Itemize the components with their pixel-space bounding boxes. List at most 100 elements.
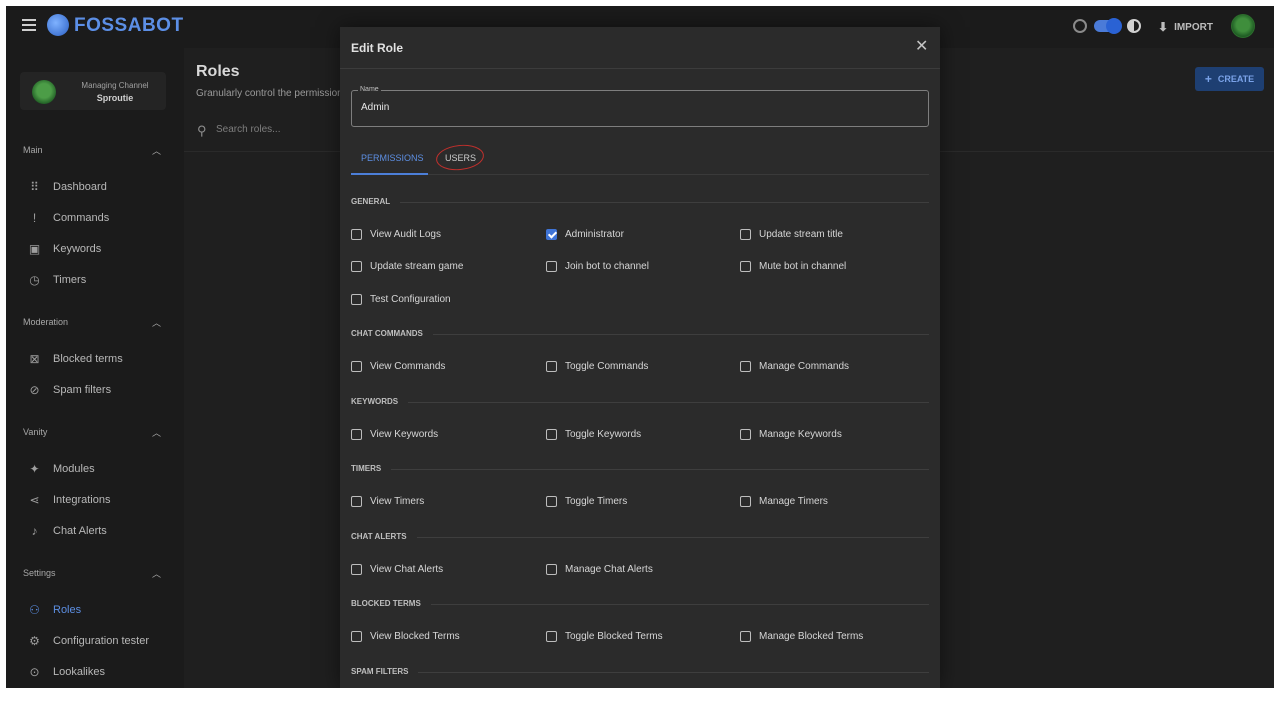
perm-label: View Audit Logs (370, 228, 441, 240)
close-icon[interactable]: ✕ (915, 36, 928, 56)
sidebar-item-commands[interactable]: ! Commands (28, 209, 109, 227)
perm-view-timers[interactable]: View Timers (351, 494, 424, 508)
checkbox[interactable] (740, 495, 751, 507)
name-input[interactable] (361, 102, 921, 113)
perm-label: View Blocked Terms (370, 630, 460, 642)
keyword-search-icon: ▣ (28, 242, 41, 256)
tab-permissions[interactable]: PERMISSIONS (361, 153, 424, 163)
perm-manage-keywords[interactable]: Manage Keywords (740, 427, 842, 441)
perm-test-configuration[interactable]: Test Configuration (351, 292, 451, 306)
chevron-up-icon[interactable]: ︿ (152, 426, 161, 439)
name-field[interactable]: Name (351, 86, 929, 127)
checkbox[interactable] (740, 428, 751, 440)
gear-icon: ⚙ (29, 634, 40, 648)
checkbox[interactable] (351, 563, 362, 575)
chevron-up-icon[interactable]: ︿ (152, 144, 161, 157)
perm-label: Update stream title (759, 228, 843, 240)
chevron-up-icon[interactable]: ︿ (152, 567, 161, 580)
perm-mute-bot[interactable]: Mute bot in channel (740, 259, 846, 273)
section-title: GENERAL (351, 197, 401, 206)
section-timers: TIMERS (351, 464, 929, 476)
chevron-up-icon[interactable]: ︿ (152, 316, 161, 329)
section-title: SPAM FILTERS (351, 667, 419, 676)
perm-update-stream-title[interactable]: Update stream title (740, 227, 843, 241)
section-title: TIMERS (351, 464, 392, 473)
checkbox[interactable] (351, 260, 362, 272)
checkbox[interactable] (740, 228, 751, 240)
checkbox[interactable] (546, 228, 557, 240)
perm-label: Manage Chat Alerts (565, 563, 653, 575)
perm-manage-chat-alerts[interactable]: Manage Chat Alerts (546, 562, 653, 576)
section-chat-alerts: CHAT ALERTS (351, 532, 929, 544)
checkbox[interactable] (546, 563, 557, 575)
sidebar-item-integrations[interactable]: ⋖ Integrations (28, 491, 110, 509)
checkbox[interactable] (351, 360, 362, 372)
checkbox[interactable] (740, 260, 751, 272)
sidebar-item-roles[interactable]: ⚇ Roles (28, 601, 81, 619)
sidebar-item-keywords[interactable]: ▣ Keywords (28, 240, 101, 258)
sidebar-item-timers[interactable]: ◷ Timers (28, 271, 86, 289)
section-moderation[interactable]: Moderation (23, 317, 68, 327)
sparkle-icon: ✦ (29, 462, 40, 476)
checkbox[interactable] (546, 260, 557, 272)
perm-view-keywords[interactable]: View Keywords (351, 427, 438, 441)
user-avatar[interactable] (1231, 14, 1255, 38)
checkbox[interactable] (546, 630, 557, 642)
sidebar-item-label: Lookalikes (53, 666, 105, 678)
section-spam-filters: SPAM FILTERS (351, 667, 929, 679)
perm-label: Toggle Keywords (565, 428, 642, 440)
channel-card[interactable]: Managing Channel Sproutie (20, 72, 166, 110)
perm-administrator[interactable]: Administrator (546, 227, 624, 241)
create-role-button[interactable]: + CREATE (1195, 67, 1264, 91)
grid-icon: ⠿ (30, 180, 39, 194)
section-general: GENERAL (351, 197, 929, 209)
checkbox[interactable] (351, 495, 362, 507)
perm-toggle-timers[interactable]: Toggle Timers (546, 494, 627, 508)
section-settings[interactable]: Settings (23, 568, 56, 578)
sidebar-item-dashboard[interactable]: ⠿ Dashboard (28, 178, 107, 196)
checkbox[interactable] (351, 630, 362, 642)
perm-update-stream-game[interactable]: Update stream game (351, 259, 463, 273)
perm-toggle-commands[interactable]: Toggle Commands (546, 359, 648, 373)
sidebar-item-spam-filters[interactable]: ⊘ Spam filters (28, 381, 111, 399)
clock-icon: ◷ (29, 273, 40, 287)
channel-avatar (32, 80, 56, 104)
perm-manage-commands[interactable]: Manage Commands (740, 359, 849, 373)
sidebar-item-lookalikes[interactable]: ⊙ Lookalikes (28, 663, 105, 681)
perm-view-audit-logs[interactable]: View Audit Logs (351, 227, 441, 241)
checkbox[interactable] (351, 293, 362, 305)
sidebar-item-chat-alerts[interactable]: ♪ Chat Alerts (28, 522, 107, 540)
perm-join-bot[interactable]: Join bot to channel (546, 259, 649, 273)
checkbox[interactable] (351, 228, 362, 240)
perm-view-blocked-terms[interactable]: View Blocked Terms (351, 629, 460, 643)
perm-label: View Chat Alerts (370, 563, 444, 575)
section-main[interactable]: Main (23, 145, 43, 155)
checkbox[interactable] (351, 428, 362, 440)
checkbox[interactable] (740, 360, 751, 372)
hamburger-menu-icon[interactable] (22, 19, 36, 31)
theme-toggle[interactable] (1094, 18, 1122, 34)
section-vanity[interactable]: Vanity (23, 427, 47, 437)
perm-toggle-blocked-terms[interactable]: Toggle Blocked Terms (546, 629, 663, 643)
sidebar-item-blocked-terms[interactable]: ⊠ Blocked terms (28, 350, 123, 368)
annotation-circle (434, 142, 486, 173)
sidebar-item-label: Blocked terms (53, 353, 123, 365)
perm-toggle-keywords[interactable]: Toggle Keywords (546, 427, 641, 441)
perm-label: Manage Timers (759, 495, 828, 507)
import-label: IMPORT (1174, 21, 1213, 33)
checkbox[interactable] (546, 495, 557, 507)
checkbox[interactable] (546, 360, 557, 372)
perm-manage-blocked-terms[interactable]: Manage Blocked Terms (740, 629, 863, 643)
sidebar-item-configuration-tester[interactable]: ⚙ Configuration tester (28, 632, 149, 650)
checkbox[interactable] (740, 630, 751, 642)
checkbox[interactable] (546, 428, 557, 440)
sidebar-item-modules[interactable]: ✦ Modules (28, 460, 94, 478)
sidebar: Managing Channel Sproutie Main ︿ ⠿ Dashbo… (6, 48, 184, 688)
search-input[interactable]: Search roles... (216, 124, 280, 135)
import-button[interactable]: ⬇ IMPORT (1158, 18, 1213, 36)
sidebar-item-label: Commands (53, 212, 110, 224)
perm-view-chat-alerts[interactable]: View Chat Alerts (351, 562, 443, 576)
perm-view-commands[interactable]: View Commands (351, 359, 445, 373)
toggle-icon: ⊙ (29, 665, 40, 679)
perm-manage-timers[interactable]: Manage Timers (740, 494, 828, 508)
